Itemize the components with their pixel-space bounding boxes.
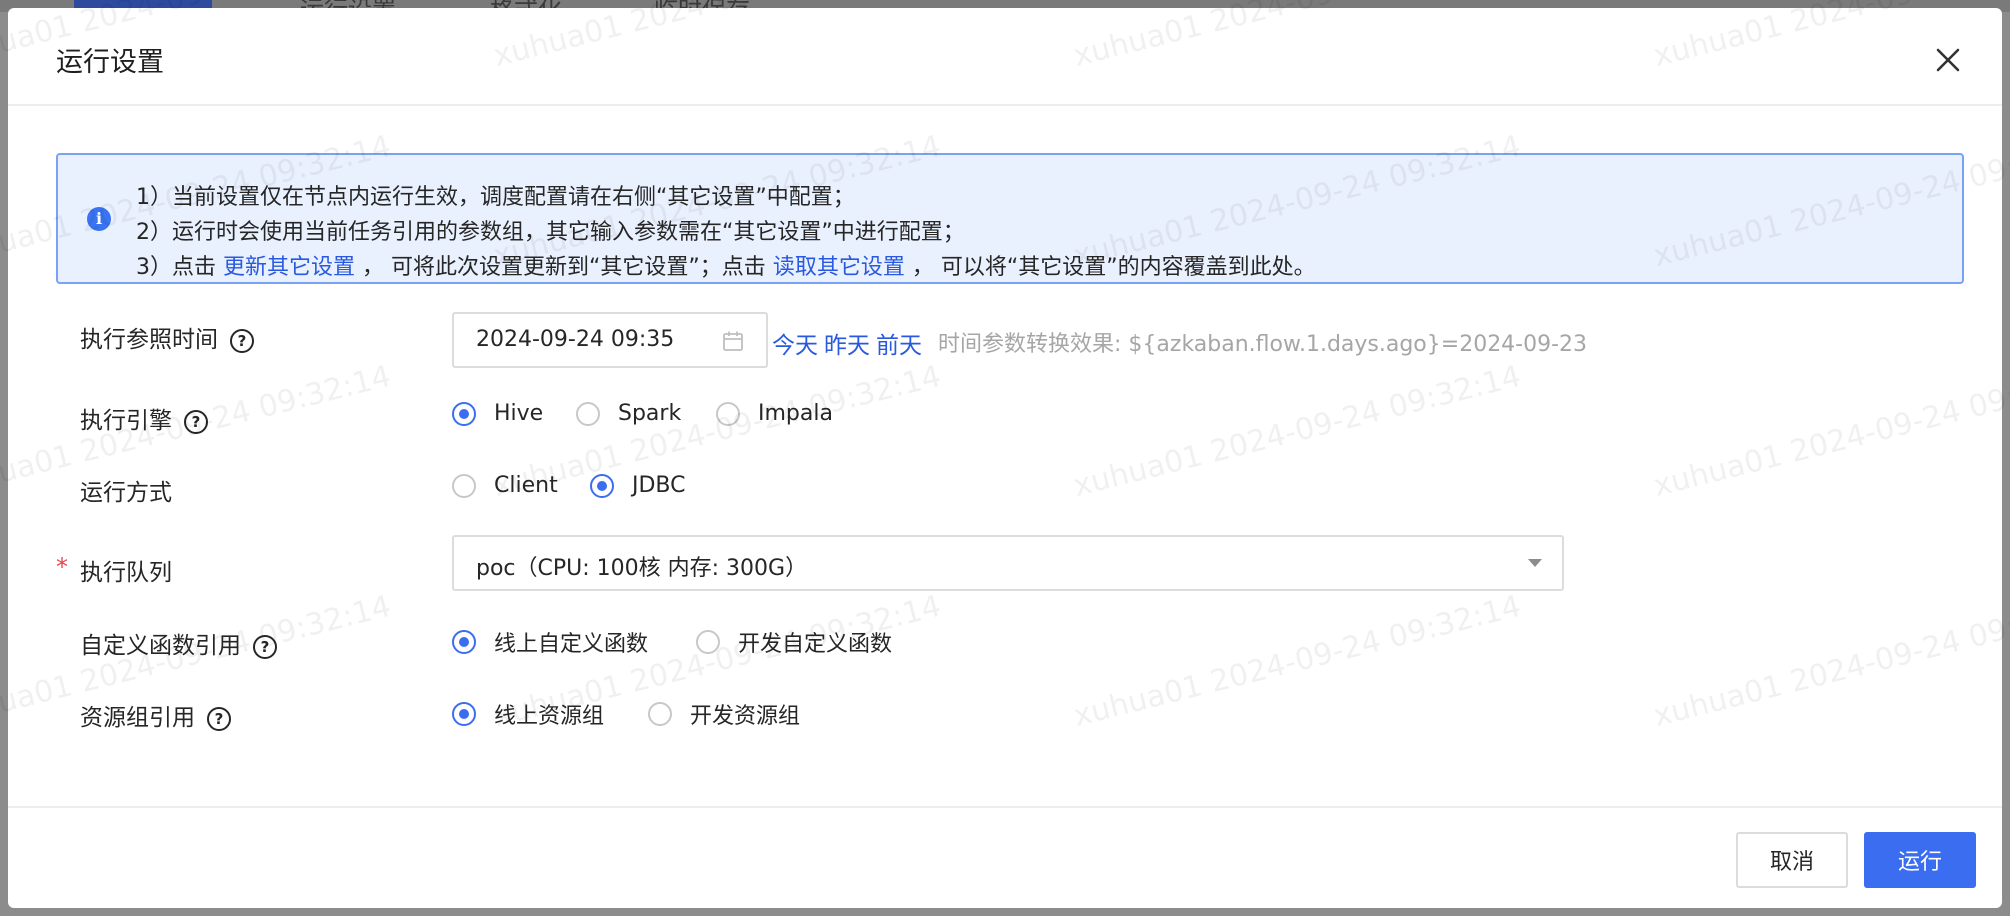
ref-time-value: 2024-09-24 09:35 (476, 327, 675, 352)
engine-label: 执行引擎? (80, 401, 208, 435)
calendar-icon (723, 331, 743, 351)
queue-selected-value: poc（CPU: 100核 内存: 300G） (476, 556, 808, 581)
radio-circle (452, 702, 476, 726)
cancel-button[interactable]: 取消 (1736, 832, 1848, 888)
time-preview: 时间参数转换效果: ${azkaban.flow.1.days.ago}=202… (938, 326, 1587, 358)
resource-radio-dev[interactable]: 开发资源组 (648, 698, 800, 730)
ref-time-label-text: 执行参照时间 (80, 327, 218, 353)
help-icon[interactable]: ? (253, 635, 277, 659)
required-mark: * (56, 553, 68, 581)
notice-line-1: 1）当前设置仅在节点内运行生效，调度配置请在右侧“其它设置”中配置； (136, 185, 855, 210)
engine-radio-impala[interactable]: Impala (716, 401, 833, 426)
update-other-settings-link[interactable]: 更新其它设置 (223, 255, 355, 280)
resource-radio-online[interactable]: 线上资源组 (452, 698, 604, 730)
close-icon (1936, 48, 1960, 72)
resource-option-label: 开发资源组 (690, 704, 801, 729)
radio-circle (452, 473, 476, 498)
run-button[interactable]: 运行 (1864, 832, 1976, 888)
queue-select[interactable]: poc（CPU: 100核 内存: 300G） (452, 535, 1564, 591)
udf-option-label: 开发自定义函数 (738, 632, 893, 657)
udf-ref-label: 自定义函数引用? (80, 626, 277, 660)
help-icon[interactable]: ? (230, 329, 254, 353)
close-button[interactable] (1928, 40, 1968, 80)
dialog-header: 运行设置 (8, 8, 2002, 106)
udf-ref-label-text: 自定义函数引用 (80, 633, 241, 659)
engine-option-label: Spark (618, 401, 682, 426)
engine-radio-hive[interactable]: Hive (452, 401, 543, 426)
run-mode-radio-client[interactable]: Client (452, 473, 558, 498)
engine-radio-spark[interactable]: Spark (576, 401, 681, 426)
udf-radio-online[interactable]: 线上自定义函数 (452, 626, 648, 658)
caret-down-icon (1528, 559, 1542, 567)
dialog-title: 运行设置 (56, 47, 164, 78)
quick-today-link[interactable]: 今天 (772, 326, 818, 360)
notice-line-3-middle: ， 可将此次设置更新到“其它设置”；点击 (362, 255, 766, 280)
radio-circle (648, 702, 672, 726)
run-settings-dialog: 运行设置 i 1）当前设置仅在节点内运行生效，调度配置请在右侧“其它设置”中配置… (8, 8, 2002, 908)
queue-label: 执行队列 (80, 560, 172, 586)
resource-ref-label-text: 资源组引用 (80, 705, 195, 731)
info-icon: i (87, 207, 111, 231)
resource-option-label: 线上资源组 (494, 704, 605, 729)
run-mode-option-label: JDBC (632, 473, 686, 498)
help-icon[interactable]: ? (207, 707, 231, 731)
engine-option-label: Impala (758, 401, 833, 426)
radio-circle (452, 630, 476, 654)
help-icon[interactable]: ? (184, 410, 208, 434)
radio-circle (452, 401, 476, 426)
radio-circle (576, 401, 600, 426)
read-other-settings-link[interactable]: 读取其它设置 (773, 255, 905, 280)
radio-circle (696, 630, 720, 654)
notice-line-3-suffix: ， 可以将“其它设置”的内容覆盖到此处。 (911, 255, 1316, 280)
time-preview-value: ${azkaban.flow.1.days.ago}=2024-09-23 (1128, 332, 1588, 357)
notice-line-2: 2）运行时会使用当前任务引用的参数组，其它输入参数需在“其它设置”中进行配置； (136, 220, 965, 245)
ref-time-date-picker[interactable]: 2024-09-24 09:35 (452, 312, 768, 368)
run-mode-option-label: Client (494, 473, 558, 498)
udf-option-label: 线上自定义函数 (494, 632, 649, 657)
run-mode-label: 运行方式 (80, 480, 172, 506)
notice-line-3-prefix: 3）点击 (136, 255, 216, 280)
resource-ref-label: 资源组引用? (80, 698, 231, 732)
dialog-footer: 取消 运行 (8, 806, 2002, 908)
radio-circle (716, 401, 740, 426)
engine-label-text: 执行引擎 (80, 408, 172, 434)
quick-yesterday-link[interactable]: 昨天 (824, 326, 870, 360)
notice-line-3: 3）点击 更新其它设置 ， 可将此次设置更新到“其它设置”；点击 读取其它设置 … (136, 249, 1316, 281)
udf-radio-dev[interactable]: 开发自定义函数 (696, 626, 892, 658)
quick-day-before-link[interactable]: 前天 (876, 326, 922, 360)
time-preview-label: 时间参数转换效果: (938, 332, 1122, 357)
run-mode-radio-jdbc[interactable]: JDBC (590, 473, 686, 498)
notice-banner: i 1）当前设置仅在节点内运行生效，调度配置请在右侧“其它设置”中配置； 2）运… (56, 153, 1964, 284)
radio-circle (590, 473, 614, 498)
engine-option-label: Hive (494, 401, 544, 426)
ref-time-label: 执行参照时间? (80, 320, 254, 354)
